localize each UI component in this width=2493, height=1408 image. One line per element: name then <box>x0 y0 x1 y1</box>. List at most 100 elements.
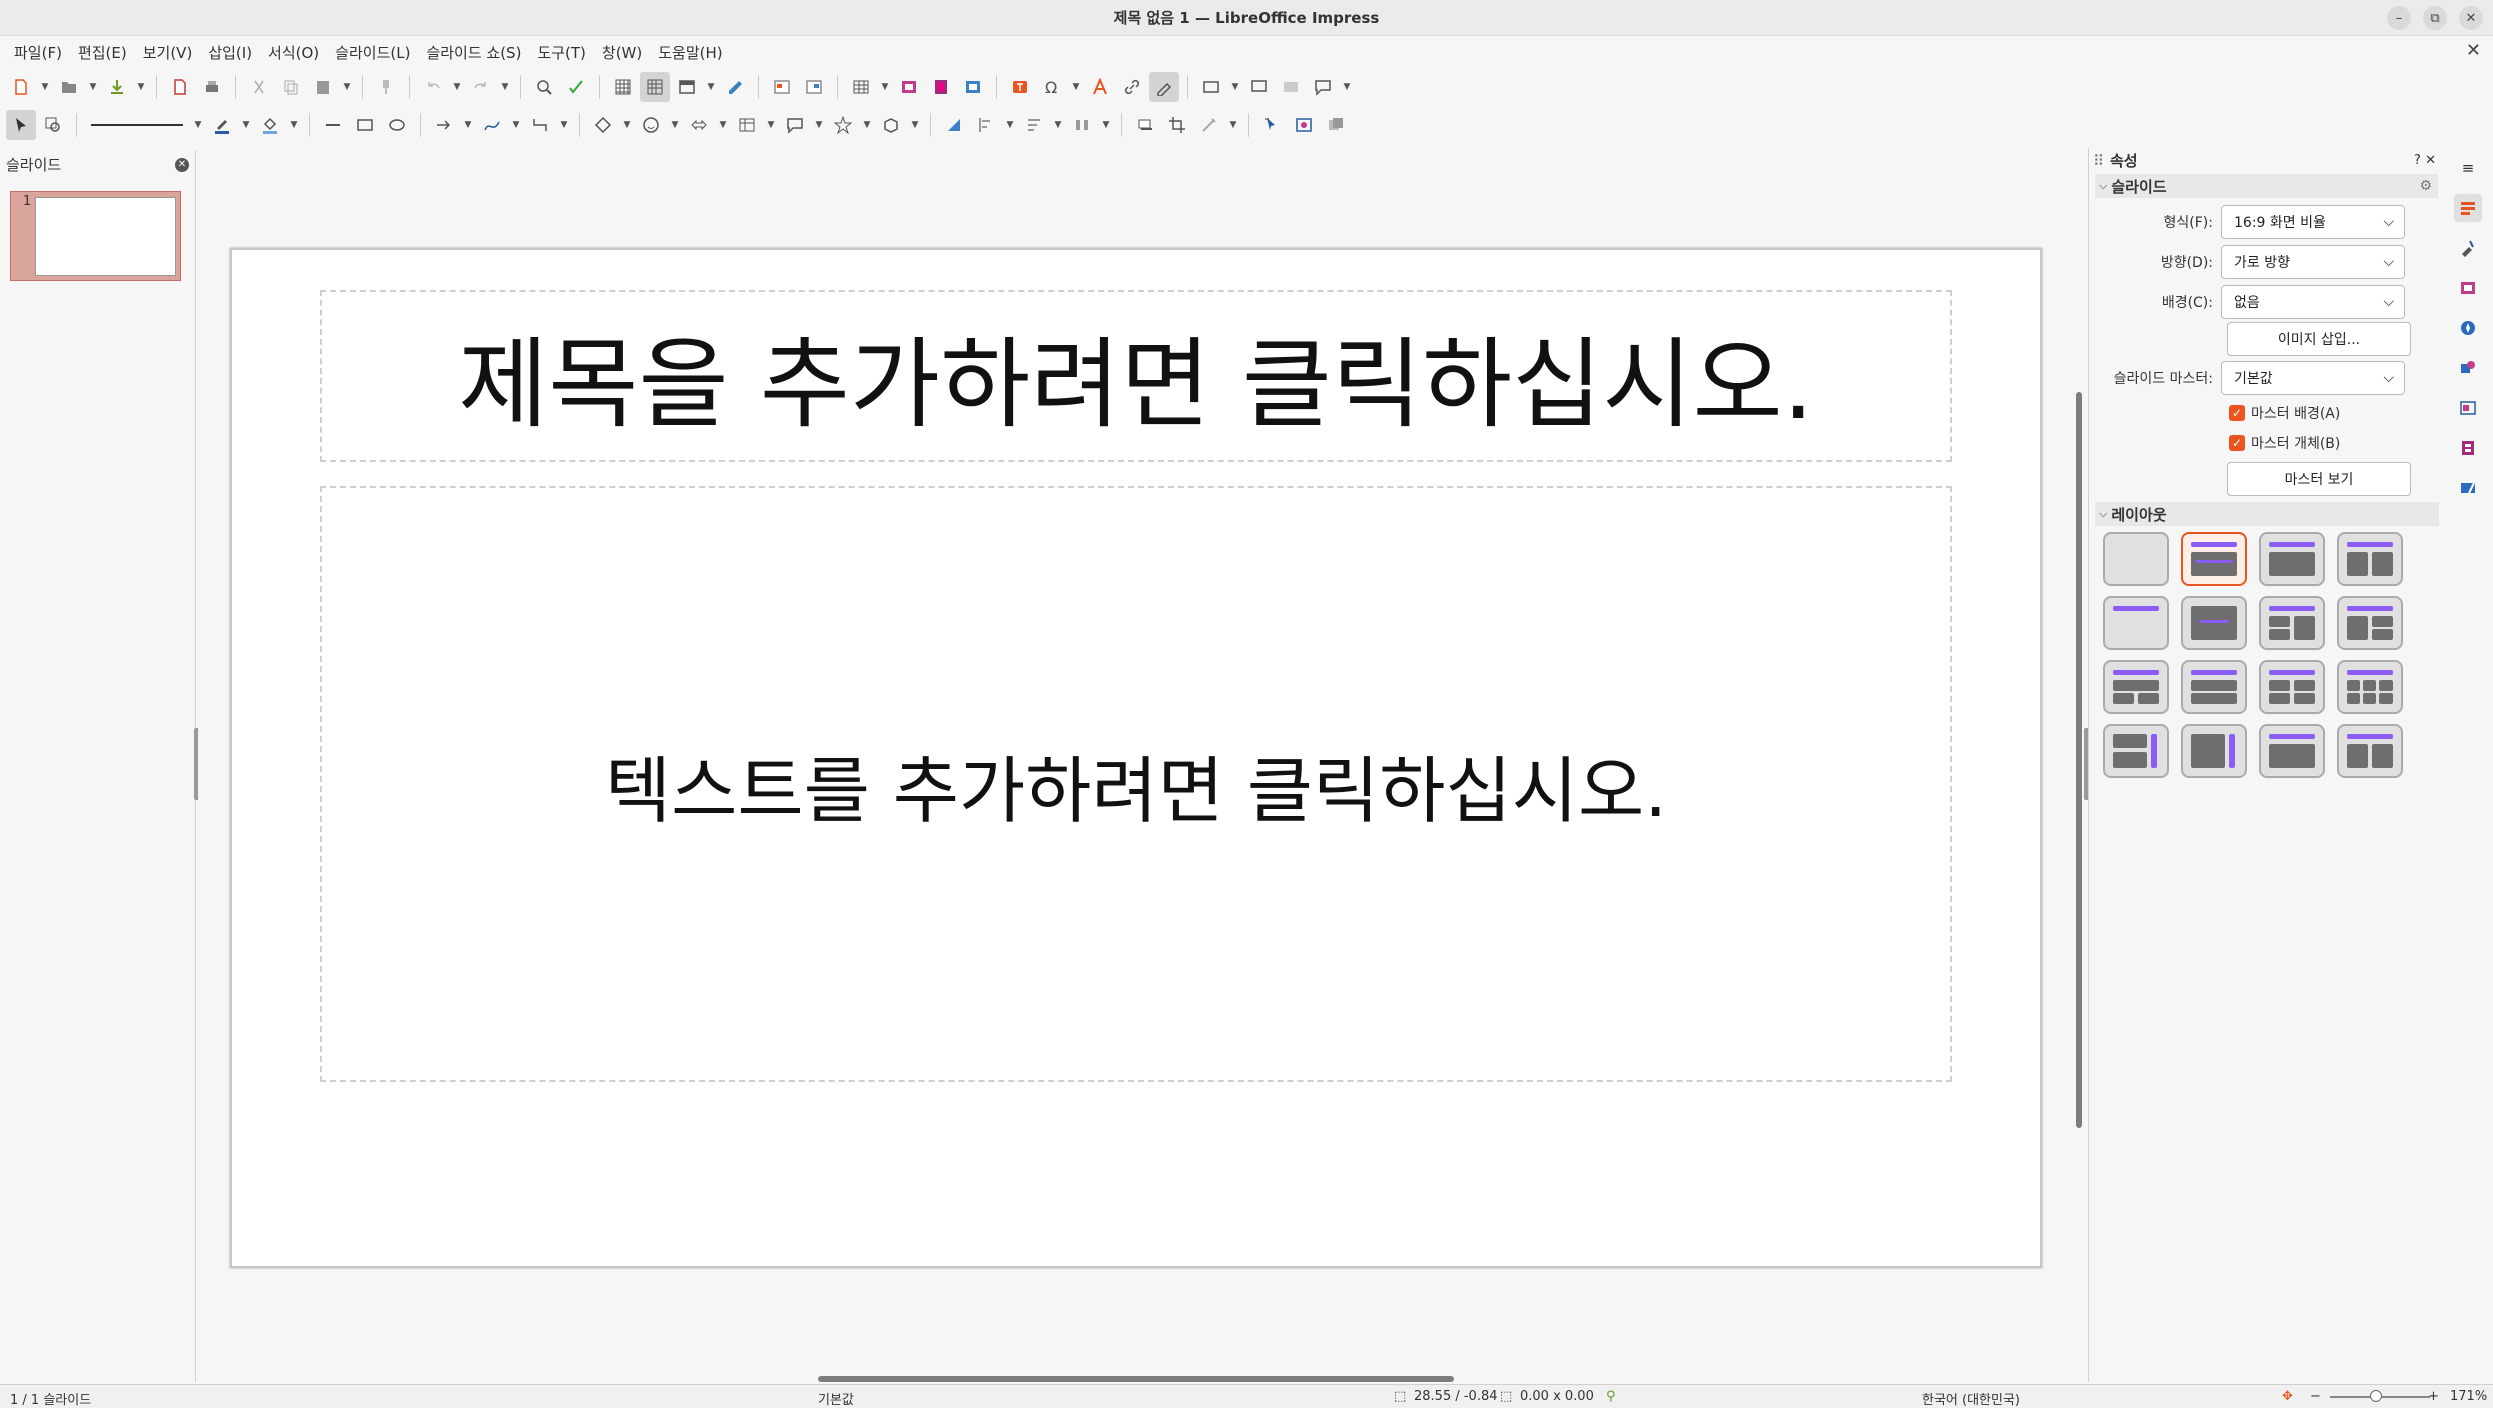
fill-color-icon[interactable] <box>255 110 285 140</box>
show-master-button[interactable]: 마스터 보기 <box>2227 462 2411 496</box>
export-pdf-icon[interactable] <box>165 72 195 102</box>
crop-icon[interactable] <box>1162 110 1192 140</box>
arrange-dropdown-icon[interactable]: ▼ <box>1051 110 1065 140</box>
background-select[interactable]: 없음 ⌵ <box>2221 285 2405 319</box>
new-document-icon[interactable] <box>6 72 36 102</box>
layout-title-vertical-text-clipart[interactable] <box>2337 724 2403 778</box>
maximize-button[interactable]: ⧉ <box>2423 6 2447 30</box>
navigator-tab-icon[interactable] <box>2454 314 2482 342</box>
slide-section-header[interactable]: ⌵ 슬라이드 ⚙ <box>2095 174 2438 198</box>
ellipse-icon[interactable] <box>382 110 412 140</box>
layout-title-2content-content[interactable] <box>2259 596 2325 650</box>
line-color-dropdown-icon[interactable]: ▼ <box>239 110 253 140</box>
zoom-slider-knob[interactable] <box>2370 1390 2382 1402</box>
object-group-icon[interactable] <box>1321 110 1351 140</box>
layout-vertical-title-text[interactable] <box>2103 724 2169 778</box>
line-style-dropdown-icon[interactable]: ▼ <box>191 110 205 140</box>
redo-dropdown-icon[interactable]: ▼ <box>498 72 512 102</box>
symbol-shapes-icon[interactable] <box>636 110 666 140</box>
filter-icon[interactable] <box>1194 110 1224 140</box>
open-dropdown-icon[interactable]: ▼ <box>86 72 100 102</box>
connector-dropdown-icon[interactable]: ▼ <box>557 110 571 140</box>
save-dropdown-icon[interactable]: ▼ <box>134 72 148 102</box>
layout-title-4content[interactable] <box>2259 660 2325 714</box>
connector-icon[interactable] <box>525 110 555 140</box>
stars-dropdown-icon[interactable]: ▼ <box>860 110 874 140</box>
special-char-dropdown-icon[interactable]: ▼ <box>1069 72 1083 102</box>
flowchart-dropdown-icon[interactable]: ▼ <box>764 110 778 140</box>
layout-vertical-title-text-chart[interactable] <box>2181 724 2247 778</box>
fill-color-dropdown-icon[interactable]: ▼ <box>287 110 301 140</box>
shapes-tab-icon[interactable] <box>2454 354 2482 382</box>
gear-icon[interactable]: ⚙ <box>2419 178 2432 194</box>
close-pane-icon[interactable]: ✕ <box>175 157 189 172</box>
menu-slide[interactable]: 슬라이드(L) <box>327 42 418 63</box>
minimize-button[interactable]: – <box>2387 6 2411 30</box>
hyperlink-icon[interactable] <box>1117 72 1147 102</box>
zoom-out-button[interactable]: − <box>2310 1389 2321 1404</box>
menu-file[interactable]: 파일(F) <box>6 42 70 63</box>
slide-canvas[interactable]: 제목을 추가하려면 클릭하십시오. 텍스트를 추가하려면 클릭하십시오. <box>230 248 2042 1268</box>
master-objects-checkbox[interactable]: ✓ 마스터 개체(B) <box>2229 430 2340 456</box>
paste-dropdown-icon[interactable]: ▼ <box>340 72 354 102</box>
table-dropdown-icon[interactable]: ▼ <box>878 72 892 102</box>
basic-shapes-dropdown-icon[interactable]: ▼ <box>620 110 634 140</box>
redo-icon[interactable] <box>466 72 496 102</box>
line-color-icon[interactable] <box>207 110 237 140</box>
vertical-scrollbar[interactable] <box>2076 392 2082 1128</box>
new-dropdown-icon[interactable]: ▼ <box>38 72 52 102</box>
grid-display-icon[interactable] <box>608 72 638 102</box>
distribute-dropdown-icon[interactable]: ▼ <box>1099 110 1113 140</box>
align-dropdown-icon[interactable]: ▼ <box>1003 110 1017 140</box>
animation-tab-icon[interactable] <box>2454 434 2482 462</box>
menu-tools[interactable]: 도구(T) <box>529 42 593 63</box>
copy-icon[interactable] <box>276 72 306 102</box>
menu-window[interactable]: 창(W) <box>594 42 650 63</box>
close-document-icon[interactable]: ✕ <box>2466 40 2481 61</box>
sidebar-menu-icon[interactable]: ≡ <box>2454 154 2482 182</box>
flowchart-icon[interactable] <box>732 110 762 140</box>
slide-thumbnail-1[interactable]: 1 <box>10 191 181 281</box>
format-select[interactable]: 16:9 화면 비율 ⌵ <box>2221 205 2405 239</box>
display-views-icon[interactable] <box>672 72 702 102</box>
align-objects-icon[interactable] <box>971 110 1001 140</box>
fit-slide-icon[interactable]: ✥ <box>2282 1389 2293 1404</box>
zoom-level[interactable]: 171% <box>2450 1389 2487 1404</box>
shape-dropdown-icon[interactable]: ▼ <box>1228 72 1242 102</box>
master-slides-tab-icon[interactable] <box>2454 474 2482 502</box>
insert-image-button[interactable]: 이미지 삽입... <box>2227 322 2411 356</box>
rectangle-icon[interactable] <box>350 110 380 140</box>
layout-blank[interactable] <box>2103 532 2169 586</box>
toggle-extrusion-icon[interactable] <box>1289 110 1319 140</box>
master-select[interactable]: 기본값 ⌵ <box>2221 361 2405 395</box>
zoom-in-button[interactable]: + <box>2428 1389 2439 1404</box>
select-arrow-icon[interactable] <box>6 110 36 140</box>
arrange-icon[interactable] <box>1019 110 1049 140</box>
layout-section-header[interactable]: ⌵ 레이아웃 <box>2095 502 2439 526</box>
layout-title-content-over-content[interactable] <box>2181 660 2247 714</box>
curve-dropdown-icon[interactable]: ▼ <box>509 110 523 140</box>
block-arrows-icon[interactable] <box>684 110 714 140</box>
3d-objects-icon[interactable] <box>876 110 906 140</box>
symbol-shapes-dropdown-icon[interactable]: ▼ <box>668 110 682 140</box>
slide-transition-tab-icon[interactable] <box>2454 394 2482 422</box>
annotation-icon[interactable] <box>1308 72 1338 102</box>
open-folder-icon[interactable] <box>54 72 84 102</box>
insert-image-icon[interactable] <box>894 72 924 102</box>
comment-icon[interactable] <box>1244 72 1274 102</box>
stars-icon[interactable] <box>828 110 858 140</box>
layout-title-content-2content[interactable] <box>2337 596 2403 650</box>
line-icon[interactable] <box>318 110 348 140</box>
insert-media-icon[interactable] <box>926 72 956 102</box>
orientation-select[interactable]: 가로 방향 ⌵ <box>2221 245 2405 279</box>
fontwork-icon[interactable] <box>1085 72 1115 102</box>
digital-signature-icon[interactable]: ⚲ <box>1606 1389 1616 1404</box>
views-dropdown-icon[interactable]: ▼ <box>704 72 718 102</box>
layout-title-content-2[interactable] <box>2259 532 2325 586</box>
menu-slideshow[interactable]: 슬라이드 쇼(S) <box>418 42 529 63</box>
spelling-icon[interactable] <box>561 72 591 102</box>
presentation-icon[interactable] <box>1276 72 1306 102</box>
save-icon[interactable] <box>102 72 132 102</box>
master-background-checkbox[interactable]: ✓ 마스터 배경(A) <box>2229 400 2340 426</box>
find-replace-icon[interactable] <box>529 72 559 102</box>
